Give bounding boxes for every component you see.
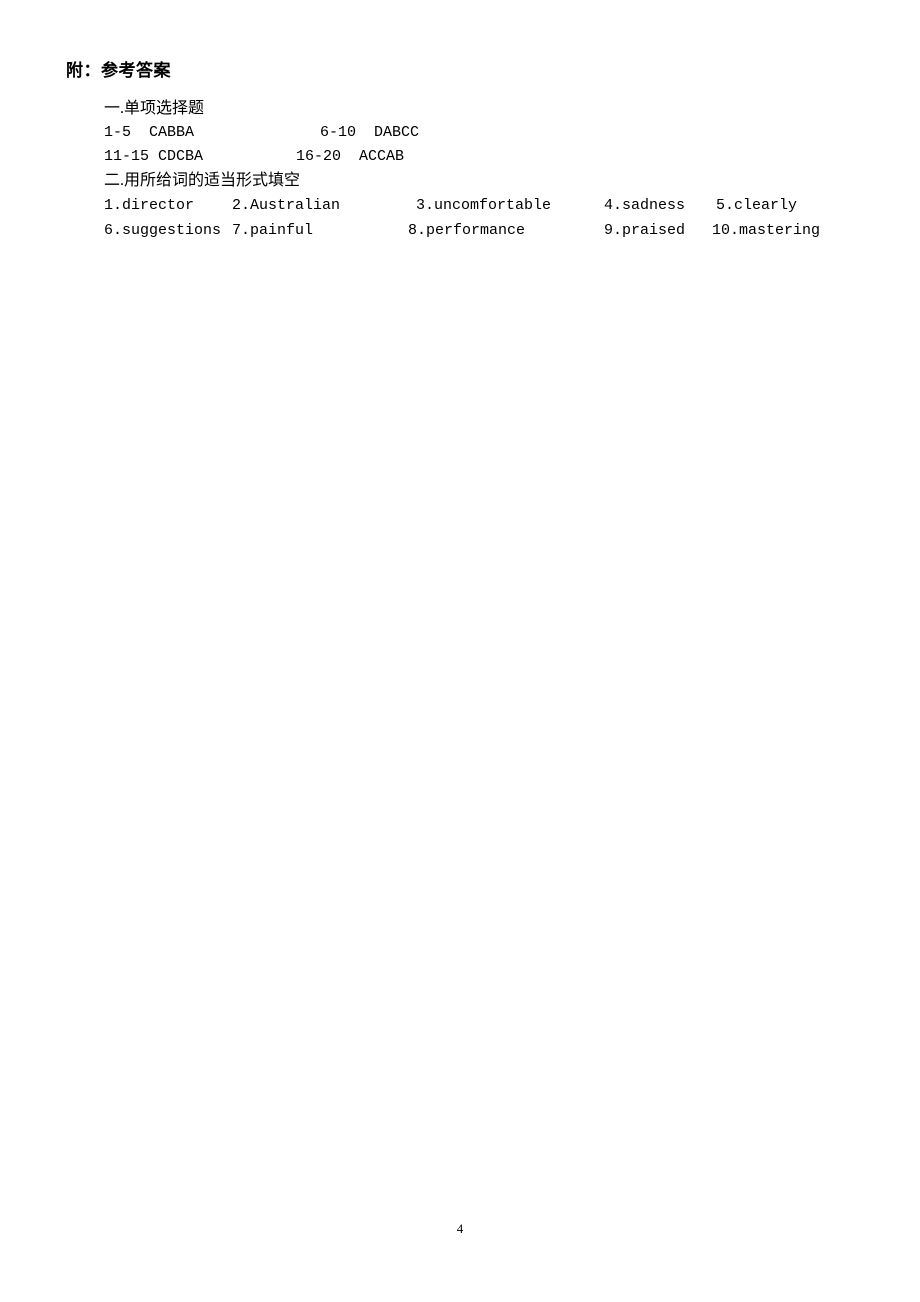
answer-item-2: 2.Australian <box>232 197 341 214</box>
mc-range-6-10: 6-10 DABCC <box>320 124 420 141</box>
page-number: 4 <box>456 1221 464 1236</box>
answer-item-9: 9.praised <box>604 222 686 239</box>
section-title-word-forms: 二.用所给词的适当形式填空 <box>104 172 301 189</box>
mc-range-1-5: 1-5 CABBA <box>104 124 195 141</box>
answer-item-5: 5.clearly <box>716 197 798 214</box>
answer-item-8: 8.performance <box>408 222 526 239</box>
mc-range-16-20: 16-20 ACCAB <box>296 148 405 165</box>
answer-item-6: 6.suggestions <box>104 222 222 239</box>
document-page: 附：参考答案 一.单项选择题 1-5 CABBA 6-10 DABCC 11-1… <box>0 0 920 1302</box>
answer-key-heading: 附：参考答案 <box>66 61 171 80</box>
answer-item-7: 7.painful <box>232 222 314 239</box>
section-title-multiple-choice: 一.单项选择题 <box>104 100 205 117</box>
answer-item-4: 4.sadness <box>604 197 686 214</box>
answer-item-3: 3.uncomfortable <box>416 197 552 214</box>
mc-range-11-15: 11-15 CDCBA <box>104 148 204 165</box>
answer-item-10: 10.mastering <box>712 222 821 239</box>
answer-item-1: 1.director <box>104 197 195 214</box>
